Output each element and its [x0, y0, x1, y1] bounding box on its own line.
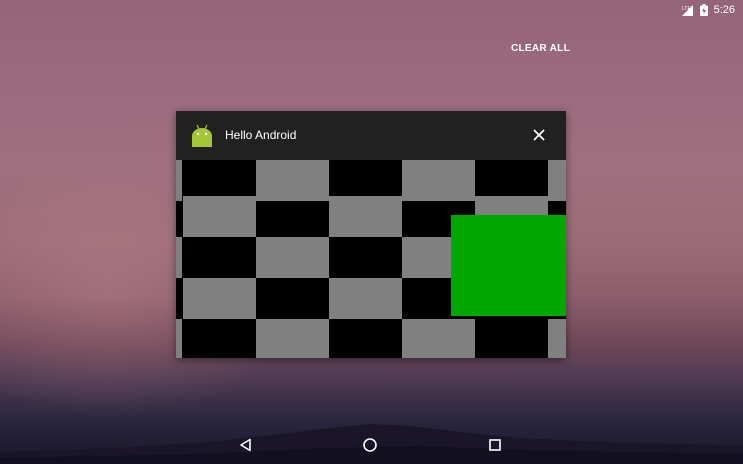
checker-cell	[329, 196, 402, 237]
recents-icon[interactable]	[485, 435, 505, 455]
battery-charging-icon	[699, 4, 708, 16]
checker-cell	[183, 196, 256, 237]
checker-cell	[256, 237, 329, 278]
checker-cell	[176, 160, 182, 201]
close-icon[interactable]	[531, 127, 547, 143]
checker-cell	[256, 319, 329, 358]
back-icon[interactable]	[236, 435, 256, 455]
status-clock: 5:26	[713, 4, 735, 16]
svg-text:LTE: LTE	[682, 6, 691, 12]
app-thumbnail[interactable]	[176, 160, 566, 358]
clear-all-button[interactable]: CLEAR ALL	[511, 43, 570, 54]
android-icon	[190, 123, 214, 147]
checker-cell	[176, 319, 182, 358]
recents-screen: LTE 5:26 CLEAR ALL Hello Android	[0, 0, 743, 464]
signal-lte-icon: LTE	[681, 4, 694, 16]
checker-cell	[548, 319, 566, 358]
checker-cell	[183, 278, 256, 319]
recent-app-card[interactable]: Hello Android	[176, 111, 566, 358]
home-icon[interactable]	[360, 435, 380, 455]
green-rectangle	[451, 215, 566, 316]
checker-cell	[176, 237, 182, 278]
checker-cell	[548, 160, 566, 201]
card-header: Hello Android	[176, 111, 566, 160]
navigation-bar	[0, 426, 743, 464]
checker-cell	[402, 160, 475, 201]
app-title: Hello Android	[225, 128, 297, 142]
status-bar: LTE 5:26	[681, 2, 735, 18]
checker-cell	[256, 160, 329, 201]
checker-cell	[329, 278, 402, 319]
checker-cell	[402, 319, 475, 358]
